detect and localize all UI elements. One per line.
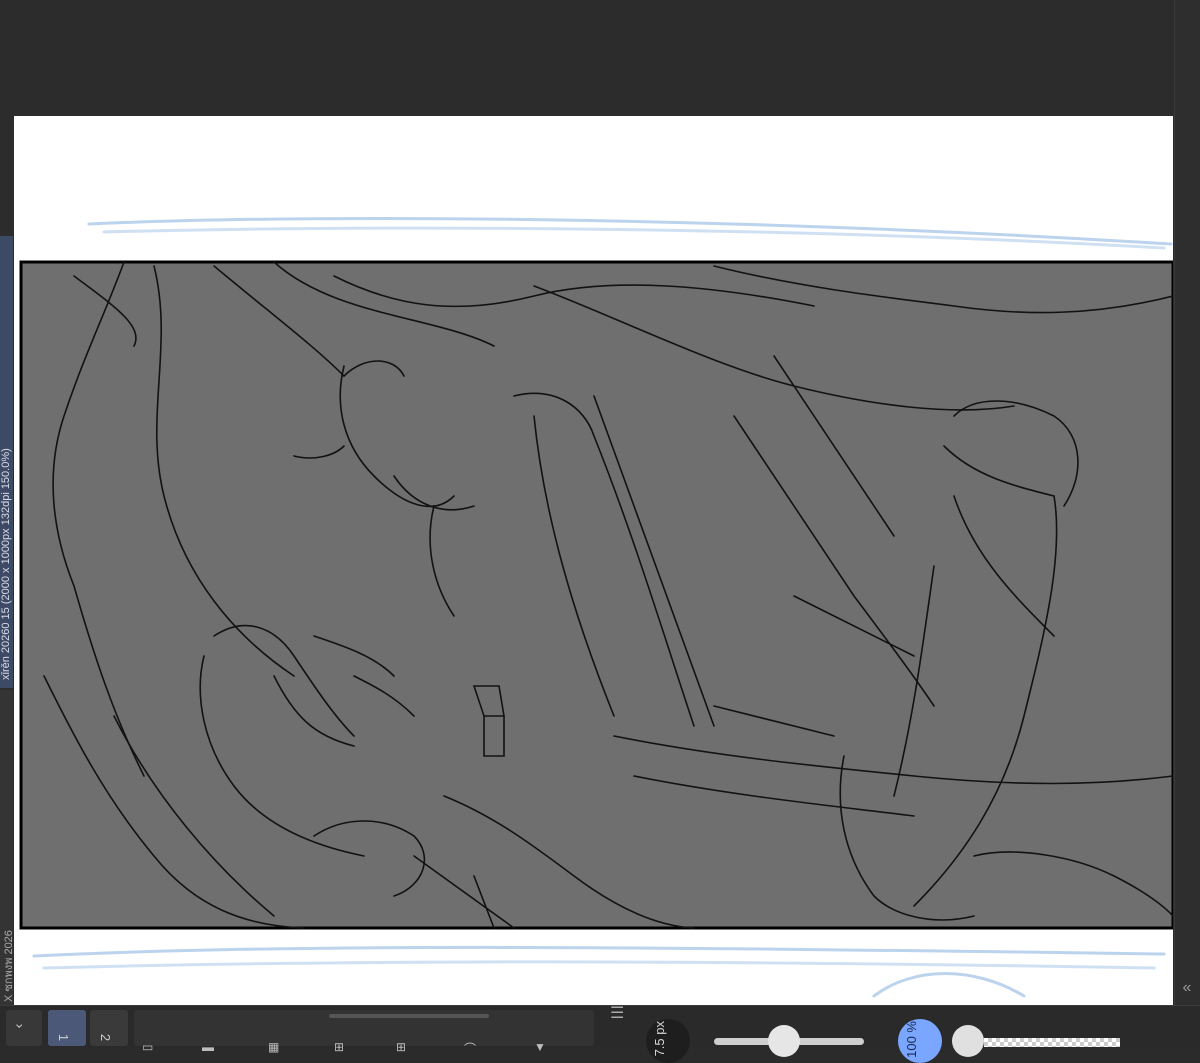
brush-icon[interactable]: ▦ [268,1040,290,1054]
tool-palette-scrollbar[interactable] [329,1014,489,1018]
brush-size-indicator[interactable]: 7.5 px [646,1019,690,1063]
page-1-button[interactable]: 1 [48,1010,86,1046]
page-2-button[interactable]: 2 [90,1010,128,1046]
panel-frame [19,260,1173,930]
chevron-down-icon: › [12,1023,29,1029]
tool-palette: ▭ ▬ ▦ ⊞ ⊞ ⌒ ▼ [134,1010,594,1056]
page-number: 1 [56,1033,72,1042]
document-tab-label: xǐrěn 20260 15 (2000 x 1000px 132dpi 150… [0,448,12,680]
top-toolbar [0,0,1200,116]
right-panel-strip [1174,0,1200,1005]
sketch-canvas[interactable] [14,116,1173,1005]
ruler-icon[interactable]: ⊞ [334,1040,356,1054]
collapse-panel-icon[interactable]: « [1178,978,1196,998]
opacity-indicator[interactable]: 100 % [898,1019,942,1063]
brush-size-value: 7.5 px [652,1021,667,1057]
document-tab-label: X ซกพงพ 2026 [3,930,13,1002]
brush-size-slider-knob[interactable] [768,1025,800,1057]
frame-icon[interactable]: ▭ [142,1040,164,1054]
opacity-slider[interactable] [984,1038,1120,1047]
page-number: 2 [98,1033,114,1042]
opacity-value: 100 % [904,1021,919,1058]
fill-icon[interactable]: ▬ [202,1040,224,1054]
settings-sliders-icon[interactable]: ☰ [610,1003,638,1031]
ruler-icon[interactable]: ⌒ [464,1040,486,1056]
opacity-slider-knob[interactable] [952,1025,984,1057]
page-menu-button[interactable]: › [6,1010,42,1046]
transform-icon[interactable]: ⊞ [396,1040,418,1054]
arrow-down-icon[interactable]: ▼ [534,1040,556,1054]
